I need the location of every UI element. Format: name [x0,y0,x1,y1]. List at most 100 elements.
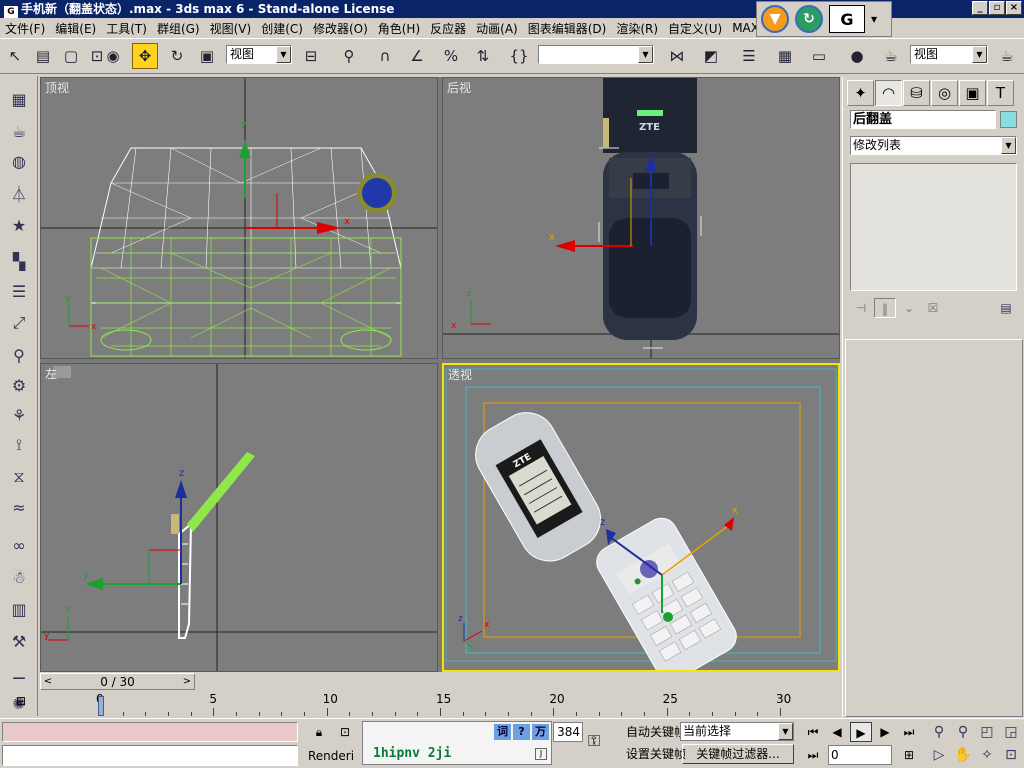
time-slider[interactable]: < 0 / 30 > [40,673,195,690]
menu-rendering[interactable]: 渲染(R) [611,20,663,37]
snap-toggle-icon[interactable]: ⊡ [336,723,354,741]
align-icon[interactable]: ◩ [698,43,724,69]
quick-render-icon[interactable]: ☕ [994,43,1020,69]
menu-character[interactable]: 角色(H) [373,20,425,37]
chevron-down-icon[interactable]: ▼ [638,46,653,63]
zoom-extents-all-icon[interactable]: ◲ [1000,722,1022,742]
next-frame-button[interactable]: > [180,674,194,689]
layer-manager-icon[interactable]: ☰ [736,43,762,69]
create-tab-icon[interactable]: ✦ [847,80,874,106]
viewport-left[interactable]: y z z y 左 [40,363,438,672]
current-frame-field[interactable]: 0 [828,745,892,765]
zoom-icon[interactable]: ⚲ [928,722,950,742]
logo-icon[interactable]: G [829,5,865,33]
select-by-name-icon[interactable]: ▤ [30,43,56,69]
key-filters-button[interactable]: 关键帧过滤器... [682,744,794,764]
ime-button-word[interactable]: 词 [494,724,511,740]
curve-editor-icon[interactable]: ▦ [772,43,798,69]
utilities-tab-icon[interactable]: T [987,80,1014,106]
menu-tools[interactable]: 工具(T) [101,20,152,37]
panel-dropdown-arrow-icon[interactable]: ▼ [871,15,877,24]
refresh-icon[interactable]: ↻ [795,5,823,33]
biped-icon[interactable]: ☃ [5,564,33,590]
named-selection-icon[interactable]: {} [506,43,532,69]
ime-close-icon[interactable]: J [535,748,547,760]
magnifier-icon[interactable]: ⚲ [5,342,33,368]
fov-icon[interactable]: ▷ [928,745,950,765]
select-link-icon[interactable]: ⚲ [336,43,362,69]
helper-icon[interactable]: ⚘ [5,402,33,428]
orbit-icon[interactable]: ✧ [976,745,998,765]
snap-3d-icon[interactable]: ∩ [372,43,398,69]
percent-snap-icon[interactable]: % [438,43,464,69]
set-key-button[interactable]: 设置关键帧 [626,744,686,764]
download-icon[interactable]: ▼ [761,5,789,33]
prev-frame-button[interactable]: < [41,674,55,689]
pin-stack-icon[interactable]: ⊣ [850,298,872,318]
ime-candidate-window[interactable]: 词 ? 万 1hipnv 2ji J [362,721,552,765]
menu-customize[interactable]: 自定义(U) [663,20,727,37]
chair-icon[interactable]: ⚊ [5,660,33,686]
viewport-label[interactable]: 顶视 [45,79,69,96]
reference-coord-dropdown[interactable]: 视图 ▼ [226,45,292,64]
ime-button-help[interactable]: ? [513,724,530,740]
modifier-list-dropdown[interactable]: 修改列表 ▼ [850,136,1017,155]
shape-icon[interactable]: ⧖ [5,464,33,490]
menu-reactor[interactable]: 反应器 [425,20,471,37]
cone-icon[interactable]: ⏃ [5,180,33,206]
display-tab-icon[interactable]: ▣ [959,80,986,106]
menu-file[interactable]: 文件(F) [0,20,50,37]
menu-views[interactable]: 视图(V) [205,20,257,37]
viewport-label[interactable]: 左 [45,365,57,382]
select-object-icon[interactable]: ◉ [100,43,126,69]
angle-snap-icon[interactable]: ∠ [404,43,430,69]
teapot-icon[interactable]: ☕ [5,118,33,144]
chevron-down-icon[interactable]: ▼ [276,46,291,63]
menu-modifiers[interactable]: 修改器(O) [308,20,373,37]
menu-group[interactable]: 群组(G) [152,20,205,37]
prompt-line-field[interactable] [2,745,298,766]
rect-select-icon[interactable]: ▢ [58,43,84,69]
hierarchy-tab-icon[interactable]: ⛁ [903,80,930,106]
viewport-top[interactable]: y x y x 顶视 [40,77,438,359]
knot-icon[interactable]: ∞ [5,532,33,558]
maximize-viewport-icon[interactable]: ⊡ [1000,745,1022,765]
scale-icon[interactable]: ▣ [194,43,220,69]
create-box-icon[interactable]: ▦ [5,86,33,112]
pan-icon[interactable]: ✋ [952,745,974,765]
close-button[interactable]: × [1006,1,1022,15]
sphere-icon[interactable]: ◍ [5,148,33,174]
zoom-all-icon[interactable]: ⚲ [952,722,974,742]
wave-icon[interactable]: ≈ [5,494,33,520]
go-to-end-icon[interactable]: ⏭ [898,722,920,742]
bone-icon[interactable]: ⚒ [5,628,33,654]
viewport-label[interactable]: 后视 [447,79,471,96]
modify-tab-icon[interactable]: ◠ [875,80,902,106]
track-bar[interactable]: 051015202530 [40,692,842,718]
configure-sets-icon[interactable]: ▤ [995,298,1017,318]
schematic-view-icon[interactable]: ▭ [806,43,832,69]
viewport-label[interactable]: 透视 [448,366,472,383]
menu-graph-editors[interactable]: 图表编辑器(D) [523,20,612,37]
lock-icon[interactable]: 🔒︎ [310,723,328,741]
show-end-result-icon[interactable]: ‖ [874,298,896,318]
menu-create[interactable]: 创建(C) [256,20,308,37]
go-to-start-icon[interactable]: ⏮ [802,722,824,742]
motion-tab-icon[interactable]: ◎ [931,80,958,106]
chevron-down-icon[interactable]: ▼ [972,46,987,63]
play-icon[interactable]: ▶ [850,722,872,742]
track-bar-menu-icon[interactable]: ⊟ [8,694,34,716]
render-type-dropdown[interactable]: 视图 ▼ [910,45,988,64]
viewport-back[interactable]: ZTE x z x 后视 [442,77,840,359]
spinner-snap-icon[interactable]: ⇅ [470,43,496,69]
chevron-down-icon[interactable]: ▼ [778,723,793,740]
checker-icon[interactable]: ▚ [5,248,33,274]
material-editor-icon[interactable]: ● [844,43,870,69]
named-selection-set-dropdown[interactable]: ▼ [538,45,654,64]
next-key-icon[interactable]: ▶ [874,722,896,742]
key-icon[interactable]: ⚿ [588,731,600,751]
rotate-icon[interactable]: ↻ [164,43,190,69]
chevron-down-icon[interactable]: ▼ [1001,137,1016,154]
selection-set-dropdown[interactable]: 当前选择 ▼ [680,722,794,741]
render-scene-icon[interactable]: ☕ [878,43,904,69]
